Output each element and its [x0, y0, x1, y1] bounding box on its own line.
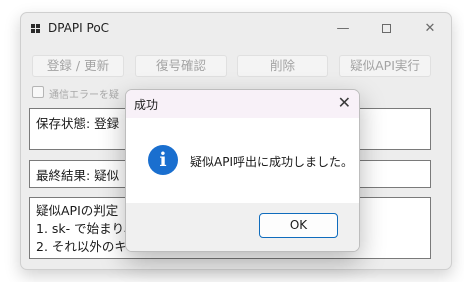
save-state-text: 保存状態: 登録 [36, 116, 120, 131]
decrypt-check-button[interactable]: 復号確認 [135, 55, 227, 77]
success-dialog: 成功 ✕ i 疑似API呼出に成功しました。 OK [125, 89, 360, 252]
delete-button[interactable]: 削除 [237, 55, 328, 77]
ok-button[interactable]: OK [259, 213, 338, 238]
dialog-title: 成功 [134, 98, 159, 112]
pseudo-api-run-button[interactable]: 疑似API実行 [339, 55, 431, 77]
dialog-close-button[interactable]: ✕ [338, 93, 351, 112]
simulate-error-label: 通信エラーを疑 [49, 90, 119, 101]
info-icon: i [148, 145, 178, 175]
dialog-footer: OK [126, 203, 359, 251]
window-title: DPAPI PoC [48, 21, 110, 35]
dialog-title-bar: 成功 ✕ [126, 90, 359, 118]
maximize-icon [381, 24, 391, 33]
final-result-text: 最終結果: 疑似 [36, 168, 120, 183]
simulate-error-checkbox[interactable] [32, 86, 44, 98]
maximize-button[interactable] [374, 19, 398, 39]
title-bar: DPAPI PoC — ✕ [21, 13, 451, 45]
minimize-button[interactable]: — [331, 19, 355, 39]
close-button[interactable]: ✕ [418, 19, 442, 39]
app-icon [31, 24, 41, 34]
register-update-button[interactable]: 登録 / 更新 [32, 55, 124, 77]
dialog-message: 疑似API呼出に成功しました。 [190, 155, 353, 169]
